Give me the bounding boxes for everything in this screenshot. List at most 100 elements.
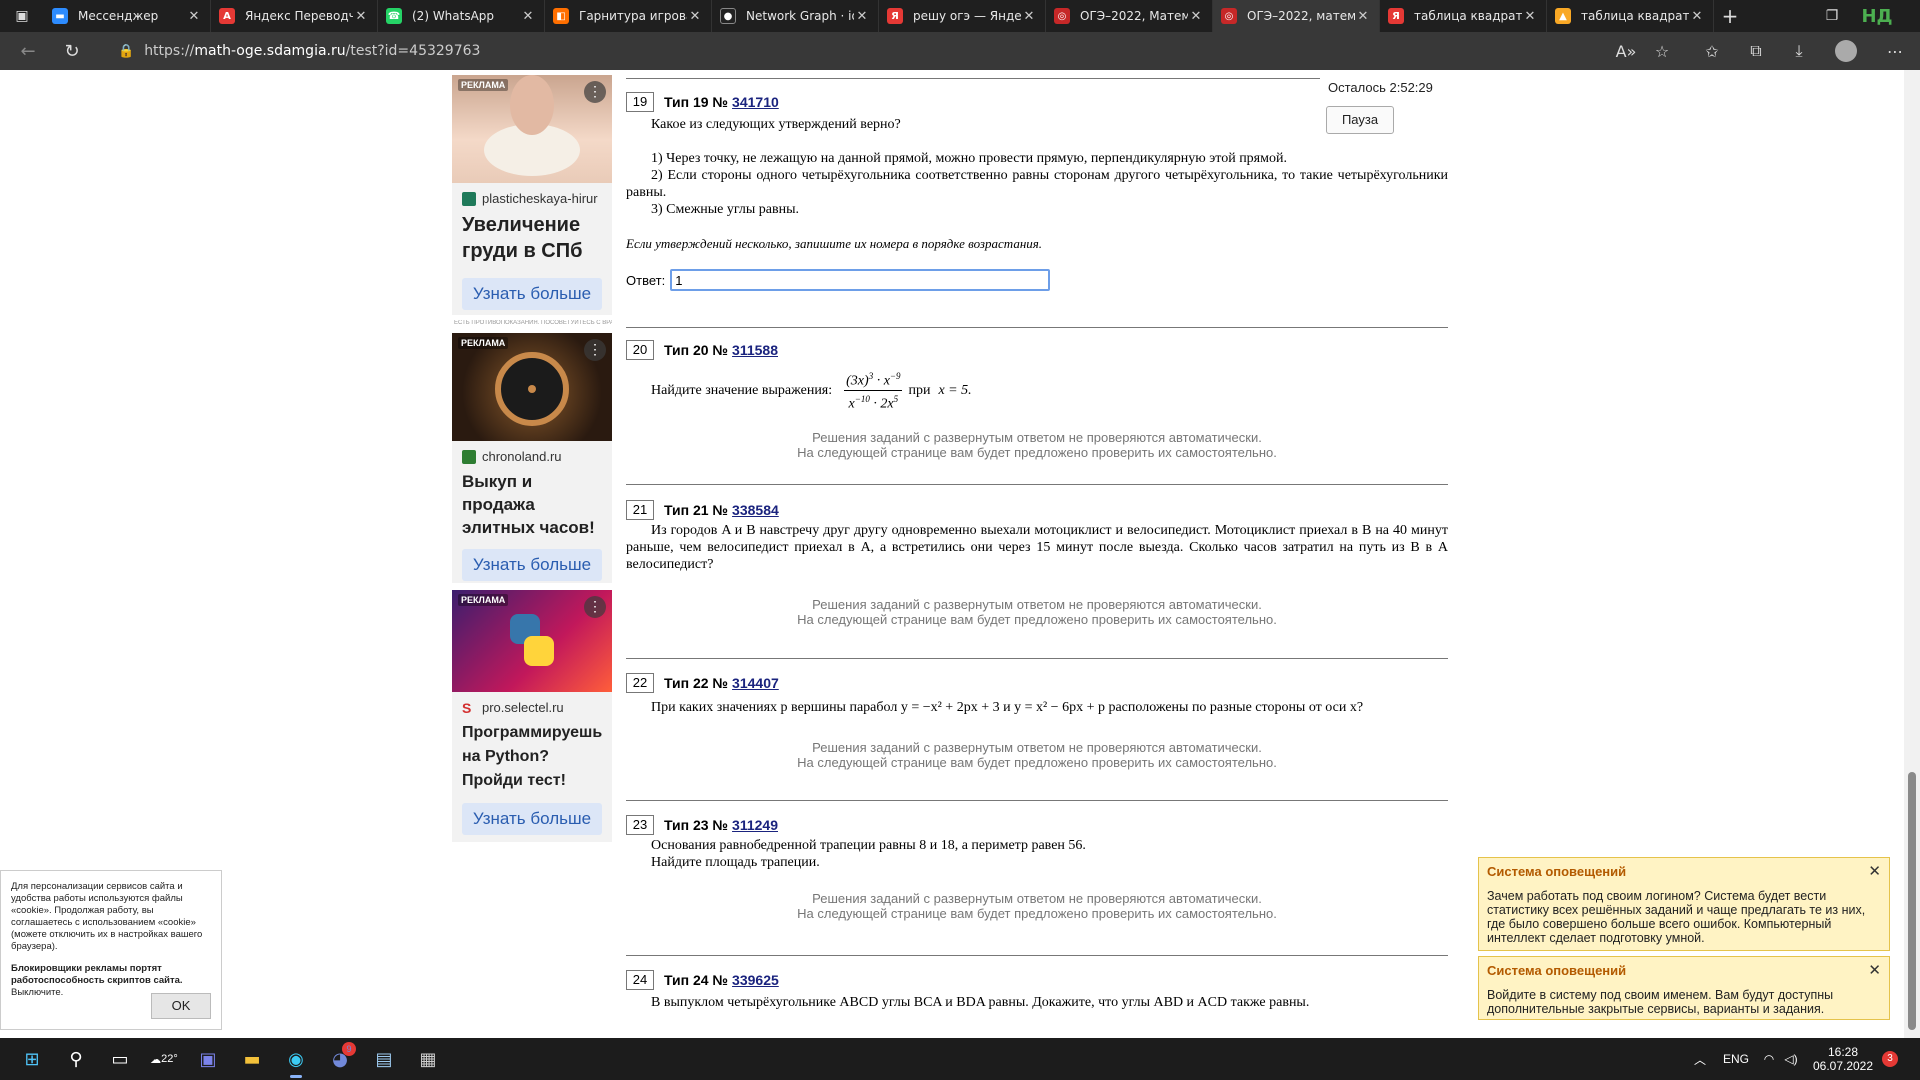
ad-menu-icon[interactable]: ⋮ <box>584 81 606 103</box>
task-view-icon[interactable]: ▭ <box>98 1038 142 1080</box>
edge-browser-icon[interactable]: ◉ <box>274 1038 318 1080</box>
windows-start-icon[interactable]: ⊞ <box>10 1038 54 1080</box>
question-number: 23 <box>626 815 654 835</box>
scrollbar[interactable] <box>1904 70 1920 1038</box>
tab-6[interactable]: ◎ ОГЭ–2022, Матем ✕ <box>1046 0 1213 32</box>
cookie-text: Для персонализации сервисов сайта и удоб… <box>11 881 203 952</box>
question-id-link[interactable]: 311588 <box>732 342 778 358</box>
question-type: Тип 21 № <box>664 502 729 518</box>
close-icon[interactable]: ✕ <box>1021 9 1037 24</box>
auto-check-note: Решения заданий с развернутым ответом не… <box>626 597 1448 627</box>
close-icon[interactable]: ✕ <box>1868 862 1881 880</box>
weather-widget[interactable]: ☁ 22° <box>142 1038 186 1080</box>
note-line: На следующей странице вам будет предложе… <box>797 612 1277 627</box>
clock-date: 06.07.2022 <box>1812 1059 1874 1073</box>
question-id-link[interactable]: 311249 <box>732 817 778 833</box>
auto-check-note: Решения заданий с развернутым ответом не… <box>626 891 1448 921</box>
shop-icon: ◧ <box>553 8 569 24</box>
back-icon[interactable]: ← <box>10 36 46 66</box>
tab-7-active[interactable]: ◎ ОГЭ–2022, матема ✕ <box>1213 0 1380 32</box>
close-icon[interactable]: ✕ <box>1188 9 1204 24</box>
calculator-icon[interactable]: ▦ <box>406 1038 450 1080</box>
tab-title: Мессенджер <box>78 9 159 23</box>
question-id-link[interactable]: 338584 <box>732 502 779 518</box>
question-24: 24 Тип 24 № 339625 В выпуклом четырёхуголь… <box>626 970 1448 1011</box>
divider <box>626 800 1448 801</box>
ad-warning: ЕСТЬ ПРОТИВОПОКАЗАНИЯ. ПОСОВЕТУЙТЕСЬ С В… <box>454 320 612 326</box>
scrollbar-thumb[interactable] <box>1908 772 1916 1030</box>
close-icon[interactable]: ✕ <box>1522 9 1538 24</box>
tab-1[interactable]: A Яндекс Переводчи ✕ <box>211 0 378 32</box>
tab-8[interactable]: Ятаблица квадрато ✕ <box>1380 0 1547 32</box>
statement-3: 3) Смежные углы равны. <box>651 202 800 217</box>
wifi-icon[interactable]: ◠ <box>1758 1052 1780 1066</box>
tab-4[interactable]: ● Network Graph · id ✕ <box>712 0 879 32</box>
tab-bar: ▣ ▬ Мессенджер ✕ A Яндекс Переводчи ✕ ☎ (2) W… <box>0 0 1920 32</box>
url-path: /test?id=45329763 <box>345 43 481 59</box>
close-icon[interactable]: ✕ <box>186 9 202 24</box>
question-id-link[interactable]: 341710 <box>732 94 779 110</box>
read-aloud-icon[interactable]: A» <box>1611 36 1641 66</box>
restore-window-icon[interactable]: ❐ <box>1812 0 1852 32</box>
close-icon[interactable]: ✕ <box>353 9 369 24</box>
tab-0[interactable]: ▬ Мессенджер ✕ <box>44 0 211 32</box>
weather-temp: 22° <box>161 1053 178 1065</box>
ad-cta-button[interactable]: Узнать больше <box>462 278 602 310</box>
notification-count-badge[interactable]: 3 <box>1882 1051 1898 1067</box>
chevron-up-icon[interactable]: ︿ <box>1686 1051 1714 1068</box>
ad-source: chronoland.ru <box>452 441 612 464</box>
clock[interactable]: 16:28 06.07.2022 <box>1808 1045 1878 1073</box>
ad-banner-2[interactable]: РЕКЛАМА ⋮ chronoland.ru Выкуп и продажа … <box>452 333 612 583</box>
close-icon[interactable]: ✕ <box>854 9 870 24</box>
new-tab-icon[interactable]: + <box>1714 4 1746 28</box>
weather-icon: ☁ <box>150 1053 162 1066</box>
ad-cta-button[interactable]: Узнать больше <box>462 549 602 581</box>
question-text: Найдите значение выражения: (3x)3 · x−9 x… <box>626 368 1448 412</box>
tab-title: Network Graph · id <box>746 9 854 23</box>
tab-5[interactable]: Ярешу огэ — Яндек ✕ <box>879 0 1046 32</box>
ad-source: plasticheskaya-hirur <box>452 183 612 206</box>
ad-image: РЕКЛАМА ⋮ <box>452 333 612 441</box>
cookie-ok-button[interactable]: OK <box>151 993 211 1019</box>
downloads-icon[interactable]: ⤓ <box>1784 36 1814 66</box>
language-indicator[interactable]: ENG <box>1714 1052 1758 1066</box>
avatar[interactable] <box>1831 36 1861 66</box>
answer-input[interactable] <box>670 269 1051 291</box>
add-favorite-icon[interactable]: ☆ <box>1647 36 1677 66</box>
refresh-icon[interactable]: ↻ <box>54 36 90 66</box>
monitor-app-icon[interactable]: ▤ <box>362 1038 406 1080</box>
auto-check-note: Решения заданий с развернутым ответом не… <box>626 430 1448 460</box>
volume-icon[interactable]: ◁) <box>1780 1052 1802 1066</box>
file-explorer-icon[interactable]: ▬ <box>230 1038 274 1080</box>
ad-image: РЕКЛАМА ⋮ <box>452 590 612 692</box>
tab-2[interactable]: ☎ (2) WhatsApp ✕ <box>378 0 545 32</box>
close-icon[interactable]: ✕ <box>1355 9 1371 24</box>
question-text: В выпуклом четырёхугольнике ABCD углы BC… <box>651 995 1310 1010</box>
discord-icon[interactable]: ◕ 9 <box>318 1038 362 1080</box>
ad-source: Spro.selectel.ru <box>452 692 612 715</box>
close-icon[interactable]: ✕ <box>1868 961 1881 979</box>
question-id-link[interactable]: 314407 <box>732 675 779 691</box>
search-icon[interactable]: ⚲ <box>54 1038 98 1080</box>
divider <box>626 955 1448 956</box>
close-icon[interactable]: ✕ <box>687 9 703 24</box>
ad-menu-icon[interactable]: ⋮ <box>584 339 606 361</box>
tab-9[interactable]: ▲ таблица квадрато ✕ <box>1547 0 1714 32</box>
address-bar[interactable]: 🔒 https://math-oge.sdamgia.ru/test?id=45… <box>108 36 1628 66</box>
ad-banner-1[interactable]: РЕКЛАМА ⋮ plasticheskaya-hirur Увеличени… <box>452 75 612 326</box>
yandex-icon: Я <box>1388 8 1404 24</box>
favorites-icon[interactable]: ✩ <box>1697 36 1727 66</box>
ad-cta-button[interactable]: Узнать больше <box>462 803 602 835</box>
note-line: Решения заданий с развернутым ответом не… <box>812 430 1262 446</box>
ad-banner-3[interactable]: РЕКЛАМА ⋮ Spro.selectel.ru Программируеш… <box>452 590 612 842</box>
ad-menu-icon[interactable]: ⋮ <box>584 596 606 618</box>
tab-actions-icon[interactable]: ▣ <box>0 0 44 32</box>
question-id-link[interactable]: 339625 <box>732 972 779 988</box>
tab-3[interactable]: ◧ Гарнитура игрова ✕ <box>545 0 712 32</box>
ad-label: РЕКЛАМА <box>458 79 509 91</box>
more-menu-icon[interactable]: ⋯ <box>1880 36 1910 66</box>
close-icon[interactable]: ✕ <box>520 9 536 24</box>
close-icon[interactable]: ✕ <box>1689 9 1705 24</box>
collections-icon[interactable]: ⧉ <box>1741 36 1771 66</box>
teams-chat-icon[interactable]: ▣ <box>186 1038 230 1080</box>
